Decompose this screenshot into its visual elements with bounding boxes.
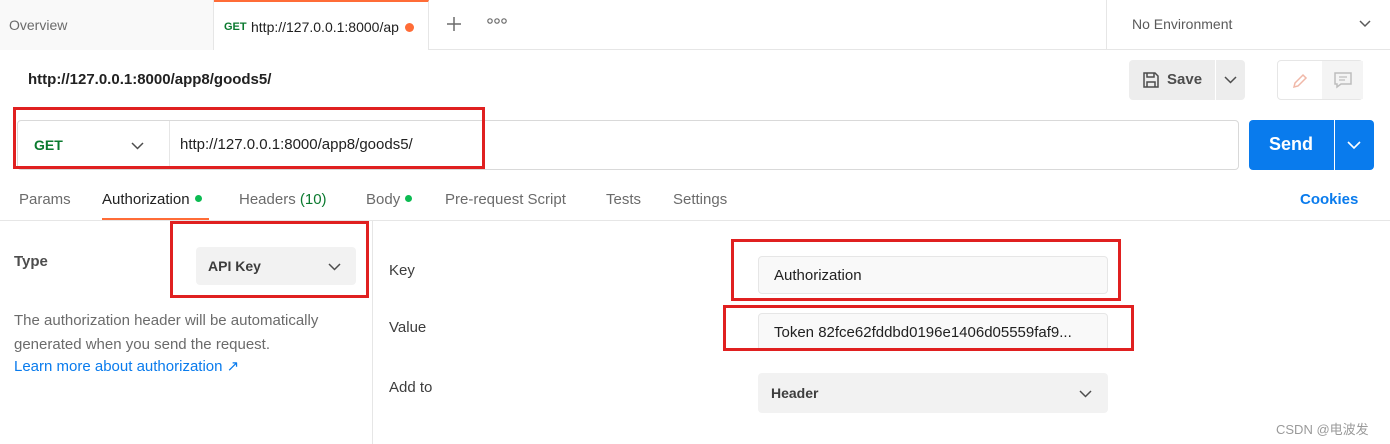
active-dot-icon bbox=[405, 195, 413, 202]
save-button-label: Save bbox=[1167, 71, 1203, 88]
tab-body[interactable]: Body bbox=[366, 191, 413, 208]
chevron-down-icon bbox=[1359, 20, 1371, 28]
highlight-box-url bbox=[13, 107, 485, 169]
request-tabs: Params Authorization Headers (10) Body P… bbox=[0, 180, 1390, 221]
add-to-select[interactable]: Header bbox=[758, 373, 1108, 413]
active-tab-indicator bbox=[102, 218, 209, 220]
tab-authorization-label: Authorization bbox=[102, 191, 190, 208]
plus-icon bbox=[447, 17, 461, 31]
tab-settings[interactable]: Settings bbox=[673, 191, 727, 208]
highlight-box-type bbox=[170, 221, 369, 298]
watermark: CSDN @电波发 bbox=[1276, 422, 1369, 437]
request-title[interactable]: http://127.0.0.1:8000/app8/goods5/ bbox=[28, 71, 271, 88]
key-label: Key bbox=[389, 262, 415, 279]
save-icon bbox=[1143, 72, 1159, 88]
tab-tests[interactable]: Tests bbox=[606, 191, 641, 208]
tab-authorization[interactable]: Authorization bbox=[102, 191, 202, 208]
edit-comment-group bbox=[1277, 60, 1363, 100]
tab-headers-count: (10) bbox=[299, 191, 327, 208]
chevron-down-icon bbox=[1079, 390, 1092, 398]
highlight-box-value bbox=[723, 305, 1134, 351]
environment-selector[interactable]: No Environment bbox=[1106, 0, 1390, 50]
highlight-box-key bbox=[731, 239, 1121, 301]
more-tabs-button[interactable] bbox=[487, 14, 511, 34]
auth-description: The authorization header will be automat… bbox=[14, 312, 319, 353]
chevron-down-icon bbox=[1224, 76, 1237, 84]
send-button[interactable]: Send bbox=[1249, 120, 1334, 170]
more-horizontal-icon bbox=[487, 18, 507, 24]
add-to-value: Header bbox=[771, 385, 819, 401]
tab-url-label: http://127.0.0.1:8000/app8/goods5/ bbox=[251, 19, 399, 35]
add-to-label: Add to bbox=[389, 379, 433, 396]
pencil-icon[interactable] bbox=[1290, 71, 1310, 91]
new-tab-button[interactable] bbox=[444, 12, 464, 36]
save-button[interactable]: Save bbox=[1129, 60, 1215, 100]
tab-active-request[interactable]: GET http://127.0.0.1:8000/app8/goods5/ bbox=[214, 0, 429, 50]
tab-overview-label: Overview bbox=[9, 17, 68, 33]
tab-params[interactable]: Params bbox=[19, 191, 71, 208]
send-options-button[interactable] bbox=[1335, 120, 1374, 170]
tab-prerequest-script[interactable]: Pre-request Script bbox=[445, 191, 566, 208]
active-dot-icon bbox=[194, 195, 202, 202]
unsaved-dot-icon bbox=[405, 23, 414, 32]
tab-bar: Overview GET http://127.0.0.1:8000/app8/… bbox=[0, 0, 1390, 50]
tab-method-label: GET bbox=[224, 21, 247, 33]
auth-type-label: Type bbox=[14, 253, 48, 270]
save-options-button[interactable] bbox=[1216, 60, 1245, 100]
chevron-down-icon bbox=[1347, 141, 1361, 150]
tab-headers-label: Headers bbox=[239, 191, 296, 208]
learn-more-link[interactable]: Learn more about authorization ↗ bbox=[14, 357, 239, 375]
comment-button[interactable] bbox=[1322, 61, 1363, 99]
tab-body-label: Body bbox=[366, 191, 401, 208]
environment-label: No Environment bbox=[1132, 16, 1233, 32]
send-button-label: Send bbox=[1269, 134, 1314, 154]
tab-headers[interactable]: Headers (10) bbox=[239, 191, 327, 208]
comment-icon bbox=[1334, 72, 1352, 89]
tab-overview[interactable]: Overview bbox=[0, 0, 214, 50]
cookies-link[interactable]: Cookies bbox=[1300, 191, 1358, 208]
value-label: Value bbox=[389, 319, 427, 336]
